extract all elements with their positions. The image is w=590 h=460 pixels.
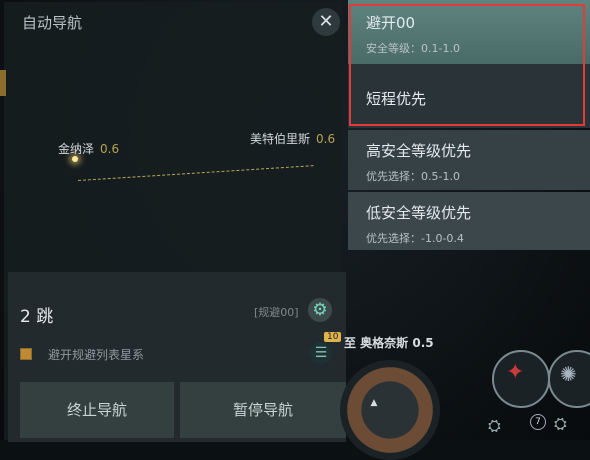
origin-system-name: 金纳泽 xyxy=(58,142,95,156)
ship-icon-2[interactable]: ⛭ xyxy=(554,414,567,434)
pause-navigation-button[interactable]: 暂停导航 xyxy=(180,382,346,438)
destination-system-security: 0.6 xyxy=(316,132,336,146)
origin-system-security: 0.6 xyxy=(100,142,120,156)
avoid-tag: [规避00] xyxy=(254,306,299,319)
selection-highlight-box xyxy=(349,4,585,126)
drone-count-badge: 7 xyxy=(530,414,546,430)
close-icon[interactable]: ✕ xyxy=(312,8,340,36)
route-option-title: 高安全等级优先 xyxy=(366,142,472,160)
up-arrow-icon[interactable]: ▲ xyxy=(368,398,380,410)
origin-system-label: 金纳泽 0.6 xyxy=(58,140,119,157)
shield-icon: ✺ xyxy=(560,362,577,386)
destination-system-label: 美特伯里斯 0.6 xyxy=(250,130,335,147)
side-tab[interactable] xyxy=(0,70,6,96)
route-option-title: 低安全等级优先 xyxy=(366,204,472,222)
route-map: 金纳泽 0.6 美特伯里斯 0.6 xyxy=(8,40,346,270)
route-option-low-security[interactable]: 低安全等级优先 优先选择：-1.0-0.4 xyxy=(348,192,590,250)
route-option-subtitle: 优先选择：0.5-1.0 xyxy=(366,170,460,183)
list-icon[interactable]: ☰ xyxy=(310,342,332,364)
route-line xyxy=(78,165,314,181)
list-count-badge: 10 xyxy=(324,332,342,342)
jump-count: 2 跳 xyxy=(20,307,54,327)
destination-text: 至 奥格奈斯 0.5 xyxy=(344,336,434,350)
avoid-list-label: 避开规避列表星系 xyxy=(48,348,145,362)
route-option-subtitle: 优先选择：-1.0-0.4 xyxy=(366,232,464,245)
stop-navigation-button[interactable]: 终止导航 xyxy=(20,382,174,438)
route-summary: 2 跳 [规避00] ⚙ 避开规避列表星系 ☰ 10 终止导航 暂停导航 xyxy=(8,272,346,442)
gear-icon[interactable]: ⚙ xyxy=(308,298,332,322)
avoid-list-checkbox[interactable] xyxy=(20,348,32,360)
target-icon: ✦ xyxy=(506,360,525,385)
panel-title: 自动导航 xyxy=(22,14,83,32)
route-option-high-security[interactable]: 高安全等级优先 优先选择：0.5-1.0 xyxy=(348,130,590,190)
ship-icon[interactable]: ⛭ xyxy=(488,416,501,436)
speed-dial[interactable] xyxy=(340,360,440,460)
destination-system-name: 美特伯里斯 xyxy=(250,132,311,146)
autopilot-panel: 自动导航 ✕ 金纳泽 0.6 美特伯里斯 0.6 2 跳 [规避00] ⚙ 避开规避… xyxy=(4,2,346,442)
